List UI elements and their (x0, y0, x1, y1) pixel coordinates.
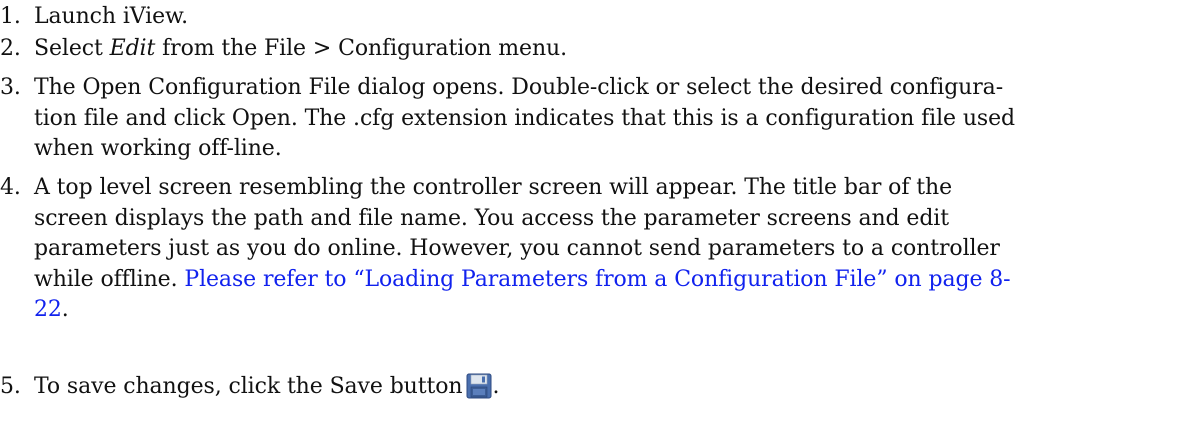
step-text: To save changes, click the Save button . (34, 372, 1190, 403)
cross-reference-link[interactable]: Please refer to “Loading Parameters from… (184, 267, 1010, 292)
step-text-part: Select (34, 36, 110, 61)
step-text: Launch iView. (34, 2, 1190, 33)
step-number: 4. (0, 175, 21, 200)
step-text-part: To save changes, click the Save button (34, 374, 463, 399)
step-text-part: . (61, 297, 69, 322)
step-emphasis: Edit (109, 36, 156, 61)
step-number: 2. (0, 36, 21, 61)
step-number: 3. (0, 75, 21, 100)
step-text-part: while offline. (34, 266, 185, 292)
step-line: while offline. Please refer to “Loading … (34, 265, 1190, 296)
step-line: A top level screen resembling the contro… (34, 175, 952, 200)
step-text-part: from the File > Configuration menu. (155, 36, 567, 61)
step-line: Select Edit from the File > Configuratio… (34, 34, 1190, 65)
step-line: when working off-line. (34, 136, 282, 161)
step-text: Select Edit from the File > Configuratio… (34, 34, 1190, 65)
step-text: The Open Configuration File dialog opens… (34, 73, 1190, 165)
step-line: parameters just as you do online. Howeve… (34, 236, 1000, 261)
step-number: 1. (0, 4, 21, 29)
step-number: 5. (0, 374, 21, 399)
save-icon (466, 373, 492, 399)
step-line: 22. (34, 295, 1190, 326)
step-line: The Open Configuration File dialog opens… (34, 75, 1004, 100)
step-text-part: . (492, 374, 500, 399)
step-line: Launch iView. (34, 4, 189, 29)
step-text: A top level screen resembling the contro… (34, 173, 1190, 326)
instruction-steps: 1. Launch iView. 2. Select Edit from the… (0, 0, 1199, 425)
cross-reference-link-page[interactable]: 22 (34, 297, 62, 322)
step-line: screen displays the path and file name. … (34, 205, 949, 231)
step-line: tion file and click Open. The .cfg exten… (34, 105, 1015, 131)
step-line: To save changes, click the Save button . (34, 372, 1190, 403)
